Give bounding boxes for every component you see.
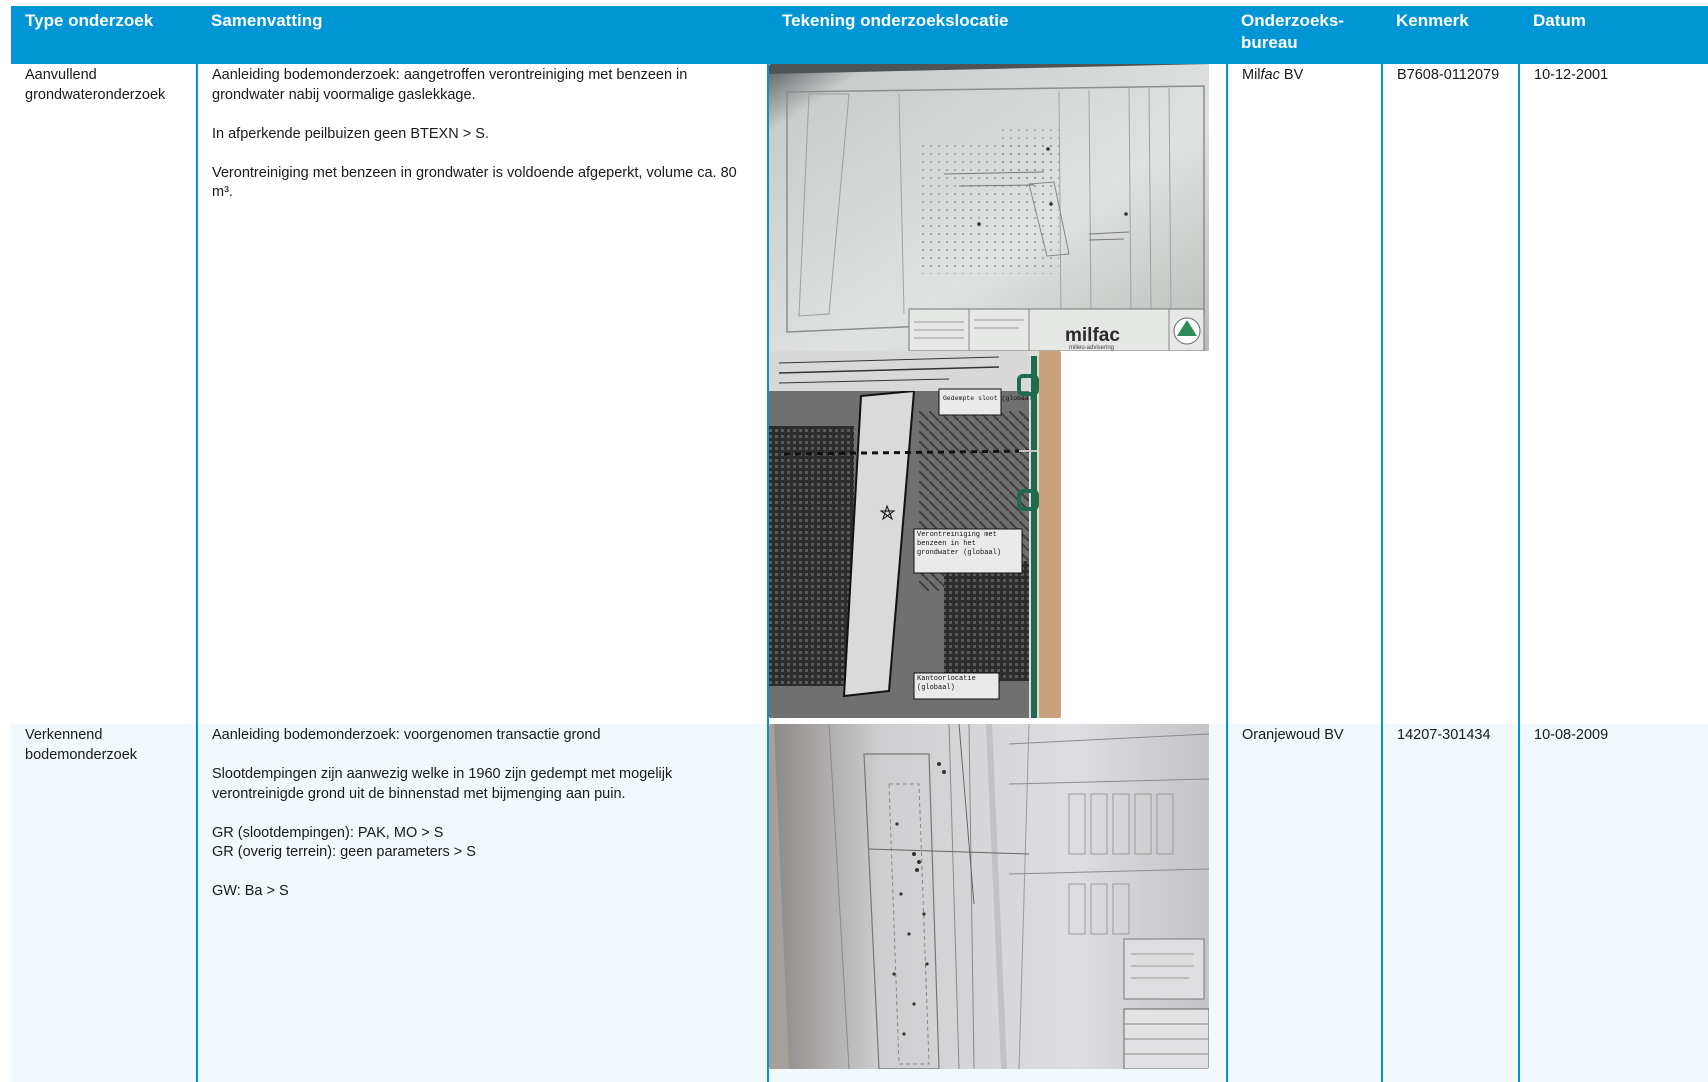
milfac-logo: milfac (1065, 325, 1120, 346)
date-cell: 10-08-2009 (1518, 724, 1708, 1082)
drawing-cell: milfac milieu-advisering Gedempte sloot … (767, 64, 1227, 724)
summary-cell: Aanleiding bodemonderzoek: aangetroffen … (196, 64, 768, 724)
soil-survey-table: Type onderzoek Samenvatting Tekening ond… (11, 6, 1708, 1082)
summary-paragraph: GR (slootdempingen): PAK, MO > S GR (ove… (212, 824, 476, 861)
header-bureau-line1: Onderzoeks- (1241, 11, 1344, 30)
bureau-cell: Oranjewoud BV (1226, 724, 1382, 1082)
bureau-suffix: BV (1279, 67, 1304, 83)
aerial-photo-drawing: Gedempte sloot (globaal) Verontreiniging… (769, 351, 1061, 718)
summary-cell: Aanleiding bodemonderzoek: voorgenomen t… (196, 724, 768, 1082)
table-row: Verkennend bodemonderzoek Aanleiding bod… (11, 724, 1708, 1082)
aerial-label-office: Kantoorlocatie (globaal) (917, 675, 976, 692)
summary-paragraph: In afperkende peilbuizen geen BTEXN > S. (212, 125, 489, 142)
reference-cell: B7608-0112079 (1381, 64, 1519, 724)
aerial-photo-contamination: Gedempte sloot (globaal) Verontreiniging… (769, 351, 1061, 718)
summary-paragraph: GW: Ba > S (212, 883, 289, 899)
site-map-photo-oranjewoud (769, 724, 1209, 1069)
header-type: Type onderzoek (11, 6, 197, 64)
site-map-photo-milfac: milfac milieu-advisering (769, 64, 1209, 351)
site-map-drawing: milfac milieu-advisering (769, 64, 1209, 351)
site-map-drawing (769, 724, 1209, 1069)
table-row: Aanvullend grondwateronderzoek Aanleidin… (11, 64, 1708, 724)
aerial-label-sloot: Gedempte sloot (globaal) (943, 395, 1037, 402)
header-summary: Samenvatting (197, 6, 768, 64)
page: Type onderzoek Samenvatting Tekening ond… (0, 0, 1708, 1082)
type-cell: Verkennend bodemonderzoek (11, 724, 197, 1082)
milfac-logo-subtitle: milieu-advisering (1069, 345, 1114, 351)
header-bureau: Onderzoeks-bureau (1227, 6, 1382, 64)
date-cell: 10-12-2001 (1518, 64, 1708, 724)
summary-paragraph: Aanleiding bodemonderzoek: aangetroffen … (212, 67, 688, 103)
bureau-cell: Milfac BV (1226, 64, 1382, 724)
drawing-cell (767, 724, 1227, 1082)
table-header-row: Type onderzoek Samenvatting Tekening ond… (11, 6, 1708, 64)
summary-paragraph: Slootdempingen zijn aanwezig welke in 19… (212, 766, 673, 802)
aerial-label-contamination: Verontreiniging met benzeen in het grond… (917, 531, 1002, 557)
header-reference: Kenmerk (1382, 6, 1519, 64)
header-date: Datum (1519, 6, 1708, 64)
bureau-prefix: Mil (1242, 67, 1261, 83)
header-bureau-line2: bureau (1241, 33, 1298, 52)
summary-paragraph: Verontreiniging met benzeen in grondwate… (212, 164, 737, 201)
reference-cell: 14207-301434 (1381, 724, 1519, 1082)
header-drawing: Tekening onderzoekslocatie (768, 6, 1227, 64)
type-cell: Aanvullend grondwateronderzoek (11, 64, 197, 724)
summary-paragraph: Aanleiding bodemonderzoek: voorgenomen t… (212, 727, 601, 743)
bureau-italic: fac (1260, 67, 1280, 83)
